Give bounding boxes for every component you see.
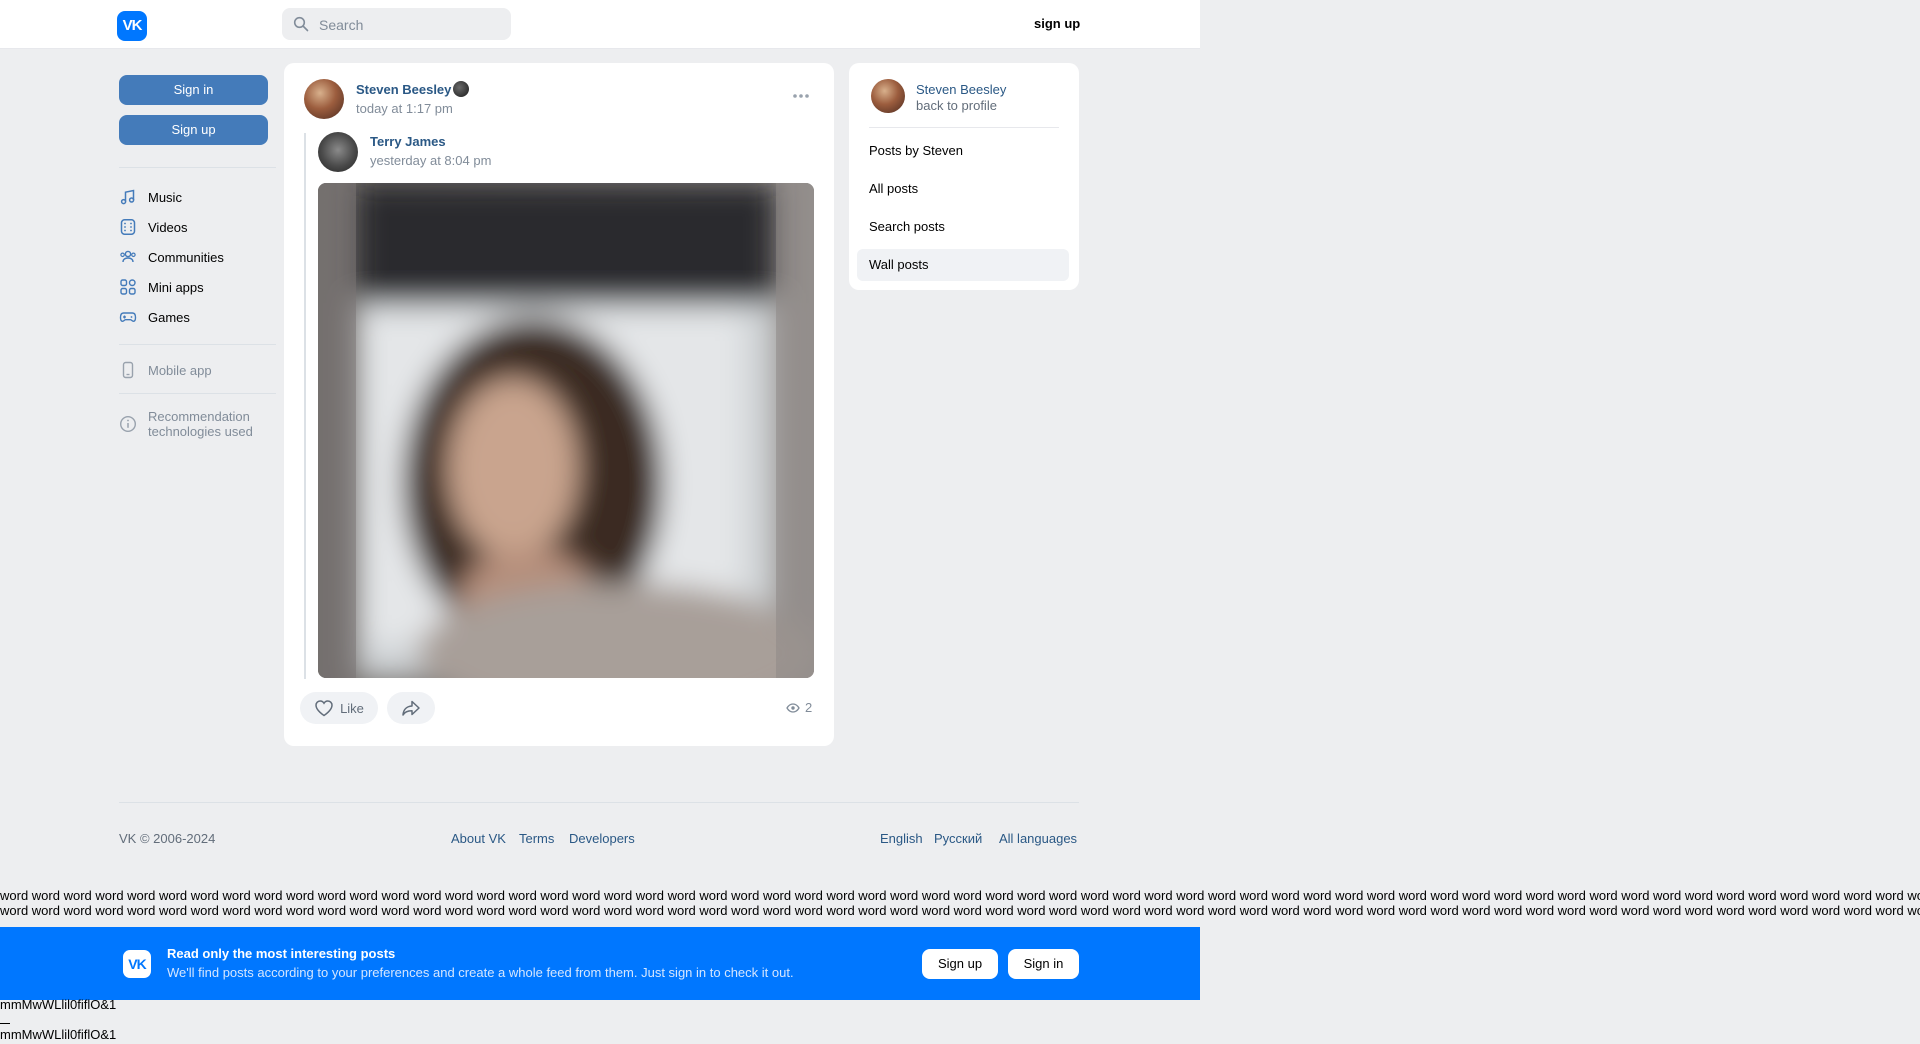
blurred-portrait-image xyxy=(318,183,814,678)
communities-icon xyxy=(119,248,137,266)
recommendation-line-2: technologies used xyxy=(148,424,253,439)
sidebar-item-label: Music xyxy=(148,189,182,205)
banner-vk-logo: VK xyxy=(123,950,151,978)
recommendation-line-1: Recommendation xyxy=(148,409,250,424)
sidebar-item-videos[interactable]: Videos xyxy=(119,216,188,238)
more-options-icon[interactable] xyxy=(792,93,810,99)
post-time[interactable]: today at 1:17 pm xyxy=(356,101,453,116)
banner-sign-up-button[interactable]: Sign up xyxy=(922,949,998,979)
vk-logo[interactable]: VK xyxy=(117,11,147,41)
banner-sign-in-button[interactable]: Sign in xyxy=(1008,949,1079,979)
sidebar-item-mini-apps[interactable]: Mini apps xyxy=(119,276,204,298)
banner-subtitle: We'll find posts according to your prefe… xyxy=(167,965,794,980)
repost-author-name[interactable]: Terry James xyxy=(370,134,446,149)
sidebar-item-label: Mini apps xyxy=(148,279,204,295)
post-author-name[interactable]: Steven Beesley xyxy=(356,82,451,97)
music-icon xyxy=(119,188,137,206)
like-label: Like xyxy=(340,700,364,716)
info-icon xyxy=(119,415,137,433)
sidebar-item-label: Mobile app xyxy=(148,362,212,378)
sidebar-item-communities[interactable]: Communities xyxy=(119,246,224,268)
search-icon xyxy=(293,16,309,32)
sidebar-item-label: Communities xyxy=(148,249,224,265)
repost-author-avatar[interactable] xyxy=(318,132,358,172)
video-icon xyxy=(119,218,137,236)
search-input[interactable] xyxy=(317,8,506,42)
footer-link-terms[interactable]: Terms xyxy=(519,831,554,846)
sidebar-item-games[interactable]: Games xyxy=(119,306,190,328)
views-counter: 2 xyxy=(786,700,812,715)
sidebar-divider xyxy=(119,167,276,168)
side-panel: Steven Beesley back to profile Posts by … xyxy=(849,63,1079,290)
top-bar: VK sign up xyxy=(0,0,1200,49)
profile-avatar[interactable] xyxy=(871,79,905,113)
footer-copyright: VK © 2006-2024 xyxy=(119,831,216,846)
search-box[interactable] xyxy=(282,8,511,42)
font-test-text: mmMwWLlil0fiflO&1 xyxy=(0,997,117,1012)
sidebar-item-music[interactable]: Music xyxy=(119,186,182,208)
banner-title: Read only the most interesting posts xyxy=(167,946,396,961)
side-item-wall-posts[interactable]: Wall posts xyxy=(857,249,1069,281)
emoji-badge-icon xyxy=(453,81,469,97)
side-divider xyxy=(869,127,1059,128)
footer-lang-english[interactable]: English xyxy=(880,831,923,846)
side-item-search-posts[interactable]: Search posts xyxy=(857,211,1069,243)
share-icon xyxy=(402,700,420,716)
side-item-all-posts[interactable]: All posts xyxy=(857,173,1069,205)
sign-in-button[interactable]: Sign in xyxy=(119,75,268,105)
footer-lang-all[interactable]: All languages xyxy=(999,831,1077,846)
filler-text-line: word word word word word word word word … xyxy=(0,888,1920,903)
gamepad-icon xyxy=(119,308,137,326)
footer-lang-russian[interactable]: Русский xyxy=(934,831,982,846)
eye-icon xyxy=(786,702,800,713)
sidebar-divider xyxy=(119,393,276,394)
sidebar-item-label: Recommendation technologies used xyxy=(148,409,253,439)
heart-icon xyxy=(315,700,333,717)
font-test-divider xyxy=(0,1023,10,1024)
like-button[interactable]: Like xyxy=(300,692,378,724)
post-photo[interactable] xyxy=(318,183,814,678)
sign-up-button[interactable]: Sign up xyxy=(119,115,268,145)
signup-banner: VK Read only the most interesting posts … xyxy=(0,927,1200,1000)
footer-divider xyxy=(119,802,1079,803)
side-item-posts-by-steven[interactable]: Posts by Steven xyxy=(857,135,1069,167)
sidebar-divider xyxy=(119,344,276,345)
mini-apps-icon xyxy=(119,278,137,296)
signup-link[interactable]: sign up xyxy=(1034,16,1080,31)
share-button[interactable] xyxy=(387,692,435,724)
author-avatar[interactable] xyxy=(304,79,344,119)
post-card: Steven Beesley today at 1:17 pm Terry Ja… xyxy=(284,63,834,746)
repost-time[interactable]: yesterday at 8:04 pm xyxy=(370,153,491,168)
profile-name[interactable]: Steven Beesley xyxy=(916,82,1006,97)
sidebar-item-mobile-app[interactable]: Mobile app xyxy=(119,359,212,381)
sidebar-item-label: Videos xyxy=(148,219,188,235)
filler-text-line: word word word word word word word word … xyxy=(0,903,1920,918)
views-count: 2 xyxy=(805,700,813,715)
phone-icon xyxy=(119,361,137,379)
sidebar-item-label: Games xyxy=(148,309,190,325)
back-to-profile-link[interactable]: back to profile xyxy=(916,98,997,113)
font-test-text: mmMwWLlil0fiflO&1 xyxy=(0,1027,117,1042)
footer-link-about[interactable]: About VK xyxy=(451,831,506,846)
sidebar-item-recommendations[interactable]: Recommendation technologies used xyxy=(119,409,253,441)
repost-line xyxy=(304,133,306,679)
footer-link-developers[interactable]: Developers xyxy=(569,831,635,846)
